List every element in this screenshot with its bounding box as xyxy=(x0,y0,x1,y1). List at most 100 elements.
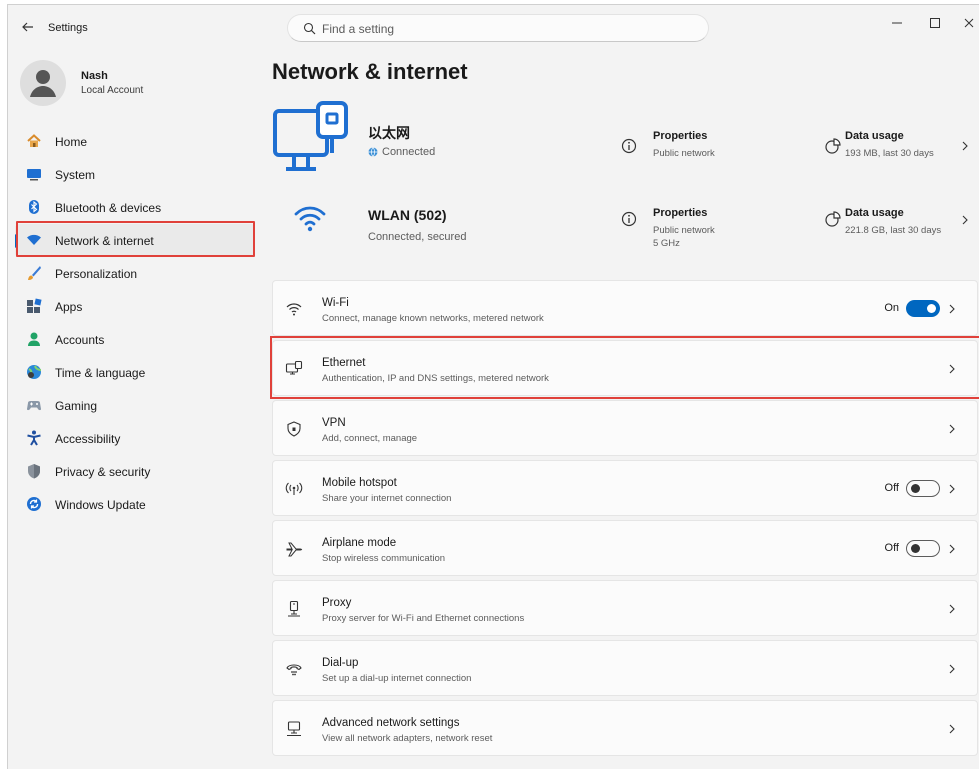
row-subtitle: Stop wireless communication xyxy=(322,553,446,564)
user-avatar-icon xyxy=(30,70,56,97)
row-mobile-hotspot[interactable]: Mobile hotspot Share your internet conne… xyxy=(272,460,978,516)
chevron-right-icon xyxy=(962,215,968,225)
vpn-shield-icon xyxy=(287,421,301,437)
toggle-state-label: Off xyxy=(884,542,899,554)
wlan-properties-title[interactable]: Properties xyxy=(653,207,707,219)
row-subtitle: View all network adapters, network reset xyxy=(322,733,493,744)
app-title: Settings xyxy=(48,22,88,34)
row-subtitle: Set up a dial-up internet connection xyxy=(322,673,472,684)
toggle-state-label: Off xyxy=(884,482,899,494)
network-icon xyxy=(27,234,41,245)
sidebar-item-gaming[interactable]: Gaming xyxy=(15,389,255,422)
brush-icon xyxy=(28,266,41,280)
wlan-properties-sub: Public network xyxy=(653,225,715,236)
search-box[interactable] xyxy=(287,14,709,42)
sidebar-item-label: Bluetooth & devices xyxy=(55,201,162,215)
row-subtitle: Share your internet connection xyxy=(322,493,452,504)
ethernet-properties-sub: Public network xyxy=(653,148,715,159)
network-adapter-icon xyxy=(287,721,301,737)
ethernet-connection-card[interactable]: 以太网 Connected Properties Public network … xyxy=(272,99,972,179)
sidebar-item-windows-update[interactable]: Windows Update xyxy=(15,488,255,521)
sidebar-item-privacy[interactable]: Privacy & security xyxy=(15,455,255,488)
close-icon[interactable] xyxy=(957,13,979,33)
active-indicator xyxy=(15,234,18,248)
search-input[interactable] xyxy=(322,20,692,38)
row-ethernet[interactable]: Ethernet Authentication, IP and DNS sett… xyxy=(272,340,978,396)
row-proxy[interactable]: Proxy Proxy server for Wi-Fi and Etherne… xyxy=(272,580,978,636)
wifi-toggle[interactable] xyxy=(906,300,940,317)
sidebar-item-time-language[interactable]: Time & language xyxy=(15,356,255,389)
chevron-right-icon xyxy=(949,484,955,494)
row-wifi[interactable]: Wi-Fi Connect, manage known networks, me… xyxy=(272,280,978,336)
hotspot-icon xyxy=(285,482,303,495)
sidebar-item-label: System xyxy=(55,168,96,182)
accessibility-icon xyxy=(27,430,41,446)
settings-window: Settings Nash Local Account xyxy=(7,4,979,769)
globe-icon xyxy=(368,147,378,157)
ethernet-properties-title[interactable]: Properties xyxy=(653,130,707,142)
title-bar: Settings xyxy=(8,5,979,49)
sidebar-item-label: Personalization xyxy=(55,267,138,281)
row-subtitle: Add, connect, manage xyxy=(322,433,418,444)
row-title: Proxy xyxy=(322,597,352,609)
sidebar-item-bluetooth[interactable]: Bluetooth & devices xyxy=(15,191,255,224)
row-airplane-mode[interactable]: Airplane mode Stop wireless communicatio… xyxy=(272,520,978,576)
avatar xyxy=(20,60,66,106)
chevron-right-icon xyxy=(949,544,955,554)
wlan-name: WLAN (502) xyxy=(368,207,447,223)
sidebar-item-home[interactable]: Home xyxy=(15,125,255,158)
sidebar-item-label: Accessibility xyxy=(55,432,121,446)
profile-account-type: Local Account xyxy=(81,85,144,96)
chevron-right-icon xyxy=(949,724,955,734)
row-subtitle: Authentication, IP and DNS settings, met… xyxy=(322,373,549,384)
wlan-usage-title[interactable]: Data usage xyxy=(845,207,904,219)
proxy-icon xyxy=(288,600,300,617)
sidebar-item-accessibility[interactable]: Accessibility xyxy=(15,422,255,455)
update-icon xyxy=(27,497,41,511)
back-arrow-icon[interactable] xyxy=(20,19,36,35)
info-icon xyxy=(621,138,637,154)
user-profile[interactable]: Nash Local Account xyxy=(20,60,280,106)
row-title: Wi-Fi xyxy=(322,297,349,309)
sidebar-item-label: Accounts xyxy=(55,333,105,347)
row-vpn[interactable]: VPN Add, connect, manage xyxy=(272,400,978,456)
airplane-icon xyxy=(286,542,303,557)
maximize-icon[interactable] xyxy=(923,13,947,33)
chevron-right-icon xyxy=(949,604,955,614)
accounts-icon xyxy=(28,332,40,346)
row-title: Airplane mode xyxy=(322,537,397,549)
wifi-icon xyxy=(294,206,326,232)
row-dial-up[interactable]: Dial-up Set up a dial-up internet connec… xyxy=(272,640,978,696)
ethernet-usage-title[interactable]: Data usage xyxy=(845,130,904,142)
wlan-properties-band: 5 GHz xyxy=(653,238,680,249)
minimize-icon[interactable] xyxy=(885,13,909,33)
sidebar-item-system[interactable]: System xyxy=(15,158,255,191)
sidebar-item-apps[interactable]: Apps xyxy=(15,290,255,323)
hotspot-toggle[interactable] xyxy=(906,480,940,497)
search-icon xyxy=(303,22,316,35)
pie-chart-icon xyxy=(825,211,841,227)
sidebar-item-accounts[interactable]: Accounts xyxy=(15,323,255,356)
wlan-usage-sub: 221.8 GB, last 30 days xyxy=(845,225,942,236)
sidebar-item-label: Home xyxy=(55,135,88,149)
bluetooth-icon xyxy=(29,200,39,214)
chevron-right-icon xyxy=(949,424,955,434)
sidebar-item-personalization[interactable]: Personalization xyxy=(15,257,255,290)
chevron-right-icon xyxy=(949,304,955,314)
sidebar-item-network[interactable]: Network & internet xyxy=(15,224,255,257)
ethernet-name: 以太网 xyxy=(368,125,410,141)
row-subtitle: Connect, manage known networks, metered … xyxy=(322,313,544,324)
toggle-state-label: On xyxy=(884,302,899,314)
chevron-right-icon xyxy=(949,664,955,674)
sidebar-nav: Home System Bluetooth & devices Network … xyxy=(15,125,255,521)
ethernet-monitor-icon xyxy=(273,101,348,171)
wlan-status: Connected, secured xyxy=(368,231,467,243)
row-advanced-network[interactable]: Advanced network settings View all netwo… xyxy=(272,700,978,756)
row-title: VPN xyxy=(322,417,346,429)
sidebar-item-label: Apps xyxy=(55,300,83,314)
ethernet-small-icon xyxy=(285,360,303,375)
airplane-toggle[interactable] xyxy=(906,540,940,557)
chevron-right-icon xyxy=(949,364,955,374)
wlan-connection-card[interactable]: WLAN (502) Connected, secured Properties… xyxy=(272,191,972,255)
dial-up-icon xyxy=(286,664,302,676)
